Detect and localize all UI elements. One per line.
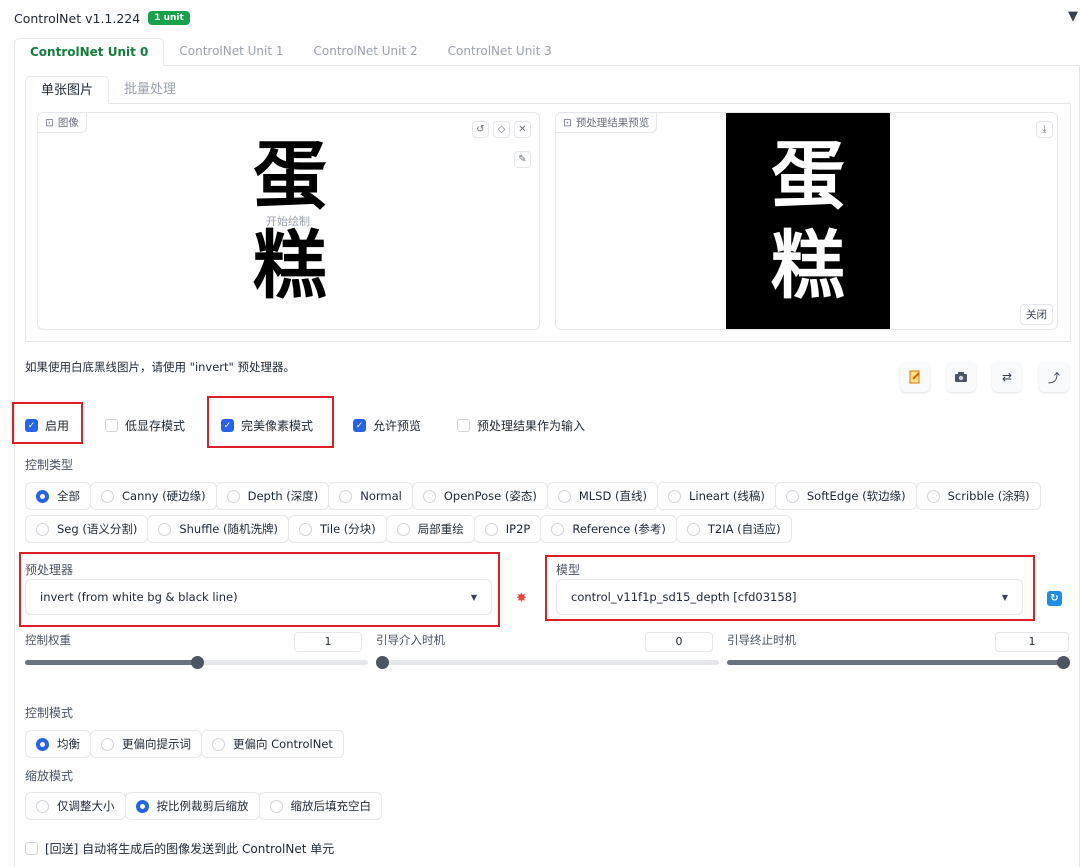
control-type-group-row2: Seg (语义分割) Shuffle (随机洗牌) Tile (分块) 局部重绘… — [25, 515, 1065, 543]
unit-tabs: ControlNet Unit 0 ControlNet Unit 1 Cont… — [14, 38, 1080, 66]
start-draw-label: 开始绘制 — [266, 215, 310, 228]
new-canvas-icon[interactable] — [900, 362, 930, 392]
guidance-end-slider[interactable] — [727, 656, 1070, 669]
char-dan: 蛋 — [253, 133, 327, 219]
control-type-tile[interactable]: Tile (分块) — [288, 515, 387, 543]
control-mode-label: 控制模式 — [25, 706, 74, 720]
preview-image-text: 蛋 糕 — [726, 131, 890, 311]
highlight-pixel-perfect — [207, 396, 334, 448]
allow-preview-checkbox[interactable]: ✓ 允许预览 — [353, 417, 421, 434]
resize-mode-just-resize[interactable]: 仅调整大小 — [25, 792, 126, 820]
run-preprocessor-icon[interactable]: ✸ — [516, 591, 527, 606]
control-type-normal[interactable]: Normal — [328, 482, 413, 510]
image-tabs: 单张图片 批量处理 — [25, 76, 1071, 104]
download-icon[interactable]: ⤓ — [1036, 121, 1053, 138]
char-gao: 糕 — [253, 223, 327, 309]
undo-icon[interactable]: ↺ — [472, 121, 489, 138]
control-type-openpose[interactable]: OpenPose (姿态) — [411, 482, 548, 510]
image-icon: ⊡ — [563, 116, 572, 129]
control-weight-label: 控制权重 — [25, 633, 71, 647]
tab-batch[interactable]: 批量处理 — [109, 76, 191, 103]
preview-image-box: ⊡ 预处理结果预览 ⤓ 蛋 糕 关闭 — [555, 112, 1058, 330]
resize-mode-crop[interactable]: 按比例裁剪后缩放 — [124, 792, 260, 820]
tab-unit-3[interactable]: ControlNet Unit 3 — [433, 38, 567, 65]
invert-hint: 如果使用白底黑线图片，请使用 "invert" 预处理器。 — [25, 360, 295, 374]
tab-unit-1[interactable]: ControlNet Unit 1 — [164, 38, 298, 65]
preprocessor-as-input-checkbox[interactable]: 预处理结果作为输入 — [457, 417, 585, 434]
highlight-enable — [12, 402, 83, 444]
check-icon: ✓ — [353, 419, 366, 432]
tab-unit-0[interactable]: ControlNet Unit 0 — [14, 38, 165, 66]
control-type-group: 全部 Canny (硬边缘) Depth (深度) Normal OpenPos… — [25, 482, 1065, 510]
control-type-all[interactable]: 全部 — [25, 482, 91, 510]
highlight-preprocessor — [19, 552, 500, 627]
eraser-icon[interactable]: ◇ — [493, 121, 510, 138]
resize-mode-label: 缩放模式 — [25, 769, 74, 783]
control-type-canny[interactable]: Canny (硬边缘) — [90, 482, 217, 510]
control-type-reference[interactable]: Reference (参考) — [540, 515, 677, 543]
loopback-checkbox[interactable]: [回送] 自动将生成后的图像发送到此 ControlNet 单元 — [25, 840, 334, 857]
control-mode-group: 均衡 更偏向提示词 更偏向 ControlNet — [25, 730, 344, 758]
highlight-model — [545, 555, 1035, 621]
control-type-scribble[interactable]: Scribble (涂鸦) — [915, 482, 1041, 510]
collapse-arrow-icon[interactable]: ▼ — [1068, 9, 1078, 24]
controlnet-title: ControlNet v1.1.224 — [14, 10, 141, 26]
close-preview-button[interactable]: 关闭 — [1020, 304, 1053, 325]
control-mode-prompt[interactable]: 更偏向提示词 — [90, 730, 202, 758]
low-vram-checkbox[interactable]: 低显存模式 — [105, 417, 185, 434]
control-type-lineart[interactable]: Lineart (线稿) — [656, 482, 776, 510]
input-image-label: ⊡ 图像 — [38, 113, 87, 133]
guidance-start-label: 引导介入时机 — [376, 633, 445, 647]
tab-single-image[interactable]: 单张图片 — [25, 76, 110, 104]
control-weight-input[interactable]: 1 — [294, 632, 362, 652]
brush-icon[interactable]: ✎ — [514, 151, 531, 168]
control-mode-balanced[interactable]: 均衡 — [25, 730, 91, 758]
tab-unit-2[interactable]: ControlNet Unit 2 — [299, 38, 433, 65]
guidance-start-slider[interactable] — [376, 656, 719, 669]
preview-image: 蛋 糕 — [726, 113, 890, 329]
control-type-mlsd[interactable]: MLSD (直线) — [546, 482, 658, 510]
control-type-label: 控制类型 — [25, 458, 74, 472]
control-type-shuffle[interactable]: Shuffle (随机洗牌) — [147, 515, 290, 543]
resize-mode-fill[interactable]: 缩放后填充空白 — [258, 792, 382, 820]
guidance-end-input[interactable]: 1 — [995, 632, 1069, 652]
control-type-seg[interactable]: Seg (语义分割) — [25, 515, 149, 543]
controlnet-header[interactable]: ControlNet v1.1.224 1 unit ▼ — [0, 0, 1080, 36]
guidance-end-label: 引导终止时机 — [727, 633, 796, 647]
control-type-t2ia[interactable]: T2IA (自适应) — [675, 515, 792, 543]
image-icon: ⊡ — [45, 116, 54, 129]
camera-icon[interactable] — [946, 362, 976, 392]
close-icon[interactable]: ✕ — [514, 121, 531, 138]
control-type-ip2p[interactable]: IP2P — [473, 515, 542, 543]
char-gao: 糕 — [771, 223, 845, 309]
control-type-softedge[interactable]: SoftEdge (软边缘) — [774, 482, 917, 510]
unit-count-badge: 1 unit — [148, 11, 190, 25]
preview-label: ⊡ 预处理结果预览 — [556, 113, 658, 133]
control-weight-slider[interactable] — [25, 656, 368, 669]
control-type-depth[interactable]: Depth (深度) — [215, 482, 330, 510]
input-image-canvas[interactable]: ⊡ 图像 ↺ ◇ ✕ ✎ 蛋 糕 开始绘制 — [37, 112, 540, 330]
slider-thumb[interactable] — [376, 656, 389, 669]
guidance-start-input[interactable]: 0 — [645, 632, 713, 652]
char-dan: 蛋 — [771, 133, 845, 219]
control-mode-controlnet[interactable]: 更偏向 ControlNet — [201, 730, 344, 758]
swap-icon[interactable]: ⇄ — [992, 362, 1022, 392]
resize-mode-group: 仅调整大小 按比例裁剪后缩放 缩放后填充空白 — [25, 792, 382, 820]
slider-thumb[interactable] — [1057, 656, 1070, 669]
refresh-icon[interactable]: ↻ — [1047, 591, 1062, 606]
send-dimensions-icon[interactable]: ⤴ — [1039, 362, 1069, 392]
slider-thumb[interactable] — [190, 656, 204, 669]
control-type-inpaint[interactable]: 局部重绘 — [385, 515, 475, 543]
